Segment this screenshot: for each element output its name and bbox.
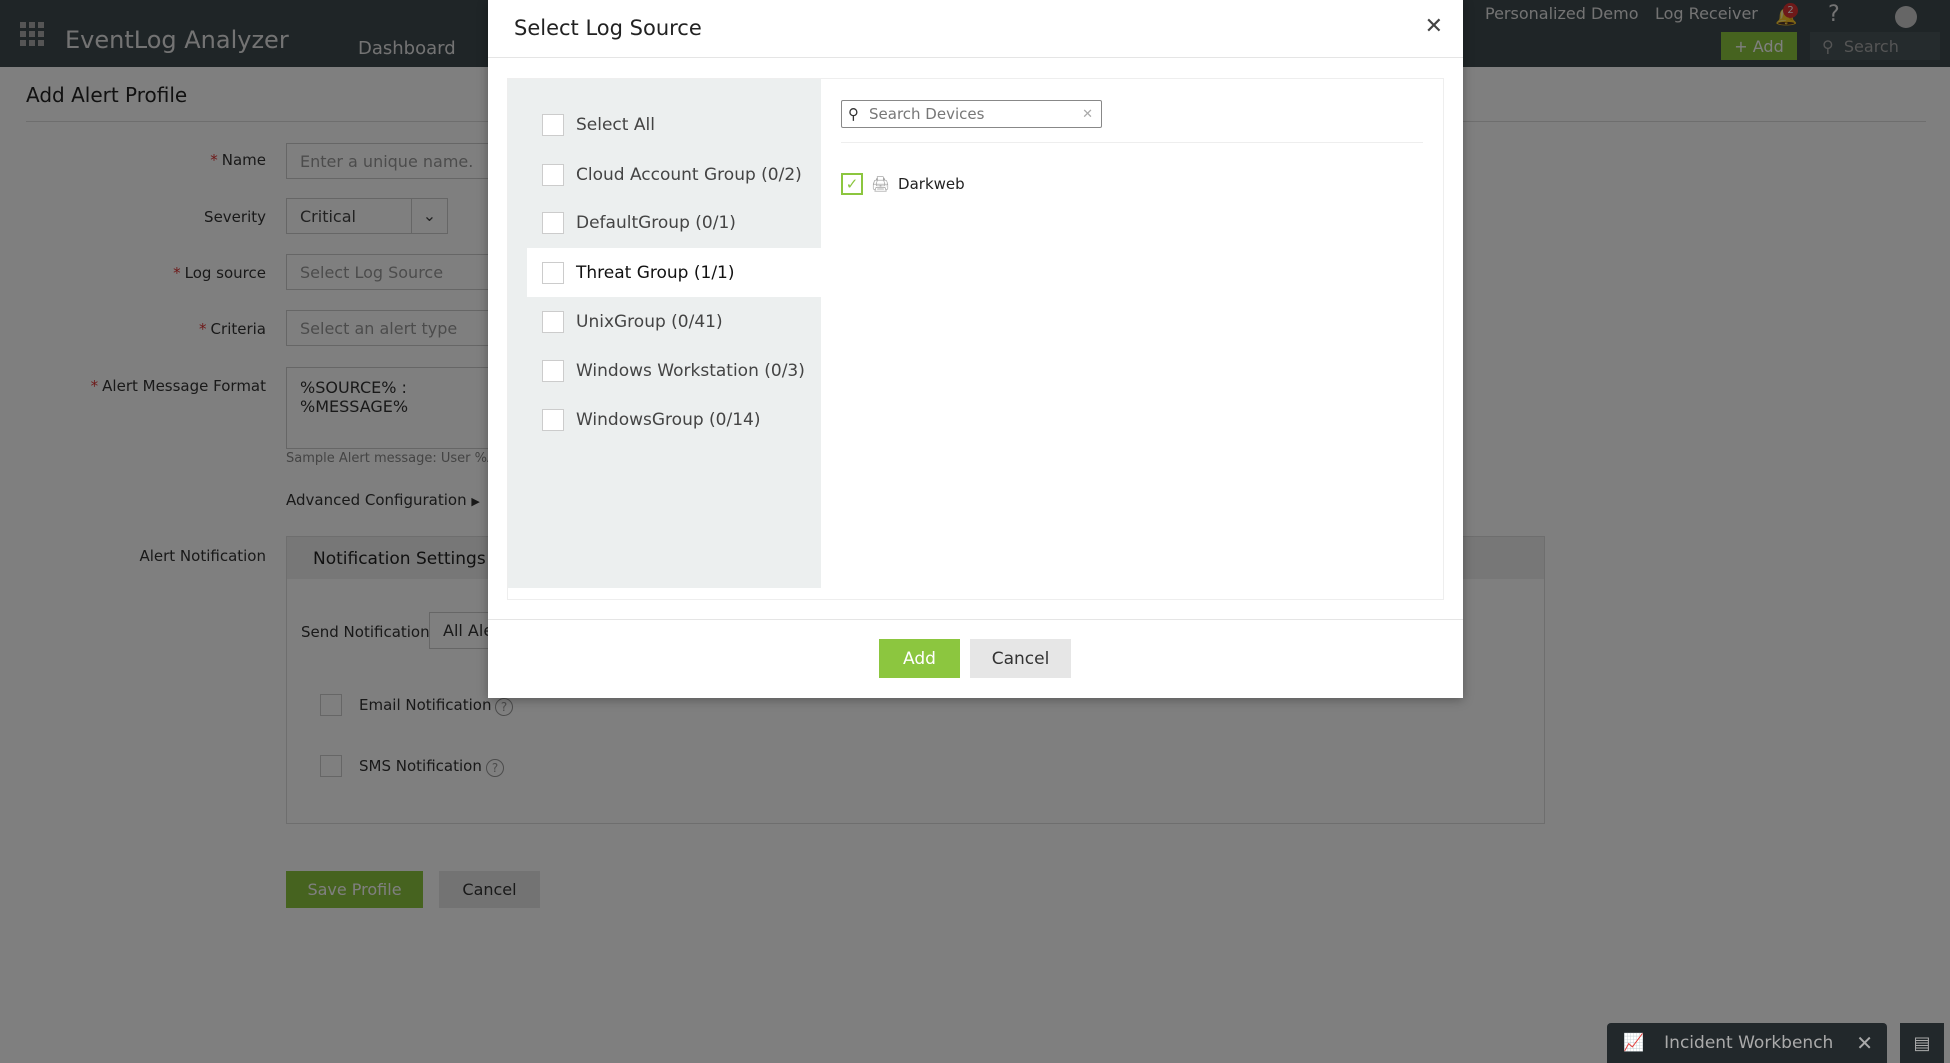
group-label: Cloud Account Group (0/2)	[576, 164, 802, 185]
clear-icon[interactable]: ✕	[1082, 107, 1093, 122]
group-checkbox[interactable]	[542, 113, 564, 136]
incident-workbench-label: Incident Workbench	[1664, 1033, 1834, 1053]
device-item[interactable]: ✓ 🖨 Darkweb	[841, 173, 965, 195]
group-item[interactable]: DefaultGroup (0/1)	[508, 198, 821, 247]
close-icon[interactable]: ✕	[1856, 1031, 1873, 1055]
device-checkbox[interactable]: ✓	[841, 173, 863, 195]
group-label: Windows Workstation (0/3)	[576, 360, 805, 381]
add-button[interactable]: Add	[879, 639, 960, 678]
group-label: Threat Group (1/1)	[576, 262, 735, 283]
group-label: UnixGroup (0/41)	[576, 311, 723, 332]
group-checkbox[interactable]	[542, 163, 564, 186]
divider	[488, 619, 1463, 620]
close-icon[interactable]: ✕	[1425, 14, 1443, 39]
workbench-icon: 📈	[1623, 1033, 1645, 1053]
cancel-button[interactable]: Cancel	[970, 639, 1071, 678]
group-checkbox[interactable]	[542, 408, 564, 431]
group-label: WindowsGroup (0/14)	[576, 409, 761, 430]
search-devices-placeholder: Search Devices	[869, 105, 985, 123]
group-item[interactable]: Windows Workstation (0/3)	[508, 346, 821, 395]
dialog-title: Select Log Source	[514, 16, 702, 40]
group-item[interactable]: Cloud Account Group (0/2)	[508, 150, 821, 199]
group-checkbox[interactable]	[542, 310, 564, 333]
device-label: Darkweb	[898, 175, 965, 193]
group-item[interactable]: UnixGroup (0/41)	[508, 297, 821, 346]
group-list: Select All Cloud Account Group (0/2) Defau…	[508, 79, 821, 588]
group-label: Select All	[576, 114, 655, 135]
group-item[interactable]: Threat Group (1/1)	[527, 248, 821, 297]
divider	[841, 142, 1423, 143]
select-log-source-dialog: Select Log Source ✕ Select All Cloud Acco…	[488, 0, 1463, 698]
group-checkbox[interactable]	[542, 261, 564, 284]
chat-icon[interactable]: ▤	[1900, 1023, 1944, 1063]
selection-panel: Select All Cloud Account Group (0/2) Defau…	[507, 78, 1444, 600]
search-icon: ⚲	[848, 105, 859, 123]
divider	[488, 57, 1463, 58]
device-search[interactable]: ⚲ Search Devices ✕	[841, 100, 1102, 128]
group-checkbox[interactable]	[542, 211, 564, 234]
group-checkbox[interactable]	[542, 359, 564, 382]
group-item[interactable]: Select All	[508, 100, 821, 149]
group-label: DefaultGroup (0/1)	[576, 212, 736, 233]
group-item[interactable]: WindowsGroup (0/14)	[508, 395, 821, 444]
device-icon: 🖨	[871, 175, 891, 193]
incident-workbench-bar[interactable]: 📈 Incident Workbench ✕	[1607, 1023, 1887, 1063]
